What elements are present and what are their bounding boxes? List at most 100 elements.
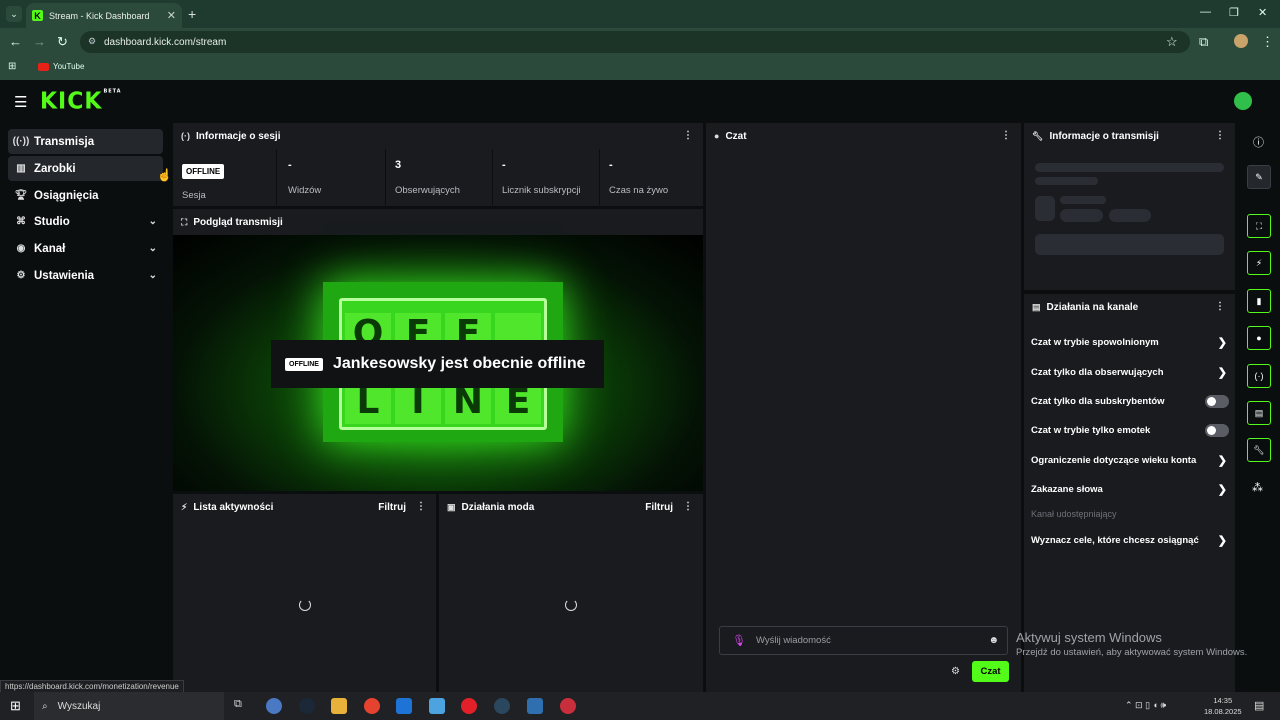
loading-spinner-icon	[565, 599, 577, 611]
followers-only-row[interactable]: Czat tylko dla obserwujących ❯	[1031, 358, 1229, 386]
set-goals-row[interactable]: Wyznacz cele, które chcesz osiągnąć ❯	[1031, 526, 1229, 554]
stat-viewers: - Widzów	[279, 149, 386, 205]
kick-favicon-icon: K	[32, 10, 43, 21]
channel-actions-header: ▤ Działania na kanale ⋮	[1032, 301, 1225, 313]
profile-avatar[interactable]	[1234, 34, 1248, 48]
more-options-icon[interactable]: ⋮	[416, 501, 426, 512]
send-chat-button[interactable]: Czat	[972, 661, 1009, 682]
offline-preview-image: O F F L I N E OFFLINE Jankesowsky jest o…	[173, 235, 703, 491]
taskbar-search[interactable]: ⌕ Wyszukaj	[34, 692, 224, 720]
taskbar-clock[interactable]: 14:35 18.08.2025	[1204, 695, 1242, 717]
rail-chat-button[interactable]: ●	[1247, 326, 1271, 350]
preview-icon: ⛶	[181, 216, 188, 227]
more-options-icon[interactable]: ⋮	[1215, 301, 1225, 312]
reload-icon[interactable]: ↻	[57, 34, 68, 50]
info-icon[interactable]: ⓘ	[1253, 134, 1264, 150]
slow-mode-row[interactable]: Czat w trybie spowolnionym ❯	[1031, 328, 1229, 356]
rail-stream-info-button[interactable]: 🔧︎	[1247, 438, 1271, 462]
sidebar-item-osiagniecia[interactable]: 🏆︎ Osiągnięcia	[8, 183, 163, 208]
more-options-icon[interactable]: ⋮	[1215, 130, 1225, 141]
stream-info-header: 🔧︎ Informacje o transmisji ⋮	[1032, 130, 1225, 142]
user-avatar[interactable]	[1234, 92, 1252, 110]
chevron-down-icon: ⌄	[148, 216, 157, 227]
rail-preview-button[interactable]: ⛶	[1247, 214, 1271, 238]
file-explorer-icon[interactable]	[331, 698, 347, 714]
outlook-icon[interactable]	[396, 698, 412, 714]
minimize-icon[interactable]: —	[1200, 6, 1211, 18]
chat-bubble-icon: ●	[1256, 333, 1262, 343]
windows-start-icon[interactable]: ⊞	[10, 698, 21, 714]
extensions-icon[interactable]: ⧉	[1199, 34, 1208, 50]
browser-menu-icon[interactable]: ⋮	[1261, 34, 1274, 50]
task-view-icon[interactable]: ⧉	[234, 698, 242, 711]
subscribers-only-toggle[interactable]	[1205, 395, 1229, 408]
loading-skeleton	[1060, 209, 1103, 222]
offline-badge: OFFLINE	[285, 357, 323, 371]
rail-activity-button[interactable]: ⚡︎	[1247, 251, 1271, 275]
sidebar-item-transmisja[interactable]: ((·)) Transmisja	[8, 129, 163, 154]
bookmarks-bar: ⊞ YouTube	[0, 56, 1280, 80]
chrome-icon[interactable]	[364, 698, 380, 714]
emote-only-toggle[interactable]	[1205, 424, 1229, 437]
system-tray-icons[interactable]: ⌃ ⊡ ▯ ◖ 🕪︎	[1125, 700, 1166, 711]
banned-words-row[interactable]: Zakazane słowa ❯	[1031, 475, 1229, 503]
opera-icon[interactable]	[461, 698, 477, 714]
session-panel-header: (·) Informacje o sesji ⋮	[181, 130, 693, 142]
youtube-icon	[38, 63, 49, 71]
chat-settings-icon[interactable]: ⚙	[951, 666, 960, 677]
back-icon[interactable]: ←	[9, 34, 22, 49]
tab-search-button[interactable]: ⌄	[6, 6, 22, 22]
account-age-row[interactable]: Ograniczenie dotyczące wieku konta ❯	[1031, 446, 1229, 474]
chat-panel-header: ● Czat ⋮	[714, 130, 1011, 142]
menu-icon[interactable]: ☰	[14, 93, 27, 111]
microphone-icon[interactable]: 🎙︎	[732, 634, 746, 647]
search-icon: ⌕	[42, 700, 48, 712]
loading-skeleton	[1035, 234, 1224, 255]
steam-icon[interactable]	[299, 698, 315, 714]
app-icon[interactable]	[527, 698, 543, 714]
sidebar-item-kanal[interactable]: ◉ Kanał ⌄	[8, 236, 163, 261]
rail-mod-button[interactable]: ▮	[1247, 289, 1271, 313]
filter-button[interactable]: Filtruj	[378, 502, 406, 513]
more-options-icon[interactable]: ⋮	[683, 501, 693, 512]
forward-icon[interactable]: →	[33, 34, 46, 49]
new-tab-button[interactable]: +	[188, 6, 196, 22]
studio-icon: ⌘	[16, 216, 26, 227]
browser-tab[interactable]: K Stream - Kick Dashboard ✕	[26, 3, 182, 28]
sidebar-item-zarobki[interactable]: ▥ Zarobki	[8, 156, 163, 181]
close-window-icon[interactable]: ✕	[1258, 6, 1267, 19]
shield-icon: ▣	[447, 501, 456, 512]
broadcast-icon: (·)	[181, 131, 190, 141]
kick-logo[interactable]: KICKBETA	[40, 88, 122, 114]
steam-icon[interactable]	[494, 698, 510, 714]
app-icon[interactable]	[429, 698, 445, 714]
restore-icon[interactable]: ❐	[1229, 6, 1239, 19]
gear-icon: ⚙	[16, 270, 26, 281]
rail-channel-button[interactable]: ▤	[1247, 401, 1271, 425]
apps-grid-icon[interactable]: ⊞	[8, 61, 16, 72]
preview-icon: ⛶	[1255, 220, 1263, 231]
bookmark-star-icon[interactable]: ☆	[1166, 34, 1178, 50]
chat-message-input[interactable]: 🎙︎ Wyślij wiadomość ☻	[719, 626, 1008, 655]
bookmark-youtube[interactable]: YouTube	[53, 62, 84, 71]
site-info-icon[interactable]: ⚙	[88, 36, 96, 47]
more-options-icon[interactable]: ⋮	[683, 130, 693, 141]
stat-subscriptions: - Licznik subskrypcji	[493, 149, 600, 205]
document-icon: ▮	[1256, 295, 1262, 306]
filter-button[interactable]: Filtruj	[645, 502, 673, 513]
app-icon[interactable]	[266, 698, 282, 714]
sidebar-item-studio[interactable]: ⌘ Studio ⌄	[8, 209, 163, 234]
rail-broadcast-button[interactable]: (·)	[1247, 364, 1271, 388]
chevron-down-icon: ⌄	[148, 270, 157, 281]
notifications-icon[interactable]: ▤	[1254, 699, 1264, 712]
sidebar-item-ustawienia[interactable]: ⚙ Ustawienia ⌄	[8, 263, 163, 288]
more-widgets-icon[interactable]: ⁂	[1252, 481, 1263, 494]
activity-panel: ⚡︎ Lista aktywności Filtruj ⋮	[173, 494, 436, 692]
app-icon[interactable]	[560, 698, 576, 714]
more-options-icon[interactable]: ⋮	[1001, 130, 1011, 141]
loading-skeleton	[1035, 163, 1224, 172]
edit-layout-button[interactable]: ✎	[1247, 165, 1271, 189]
url-field[interactable]: ⚙ dashboard.kick.com/stream	[80, 31, 1190, 53]
tab-close-icon[interactable]: ✕	[167, 9, 176, 22]
emoji-icon[interactable]: ☻	[988, 635, 999, 646]
